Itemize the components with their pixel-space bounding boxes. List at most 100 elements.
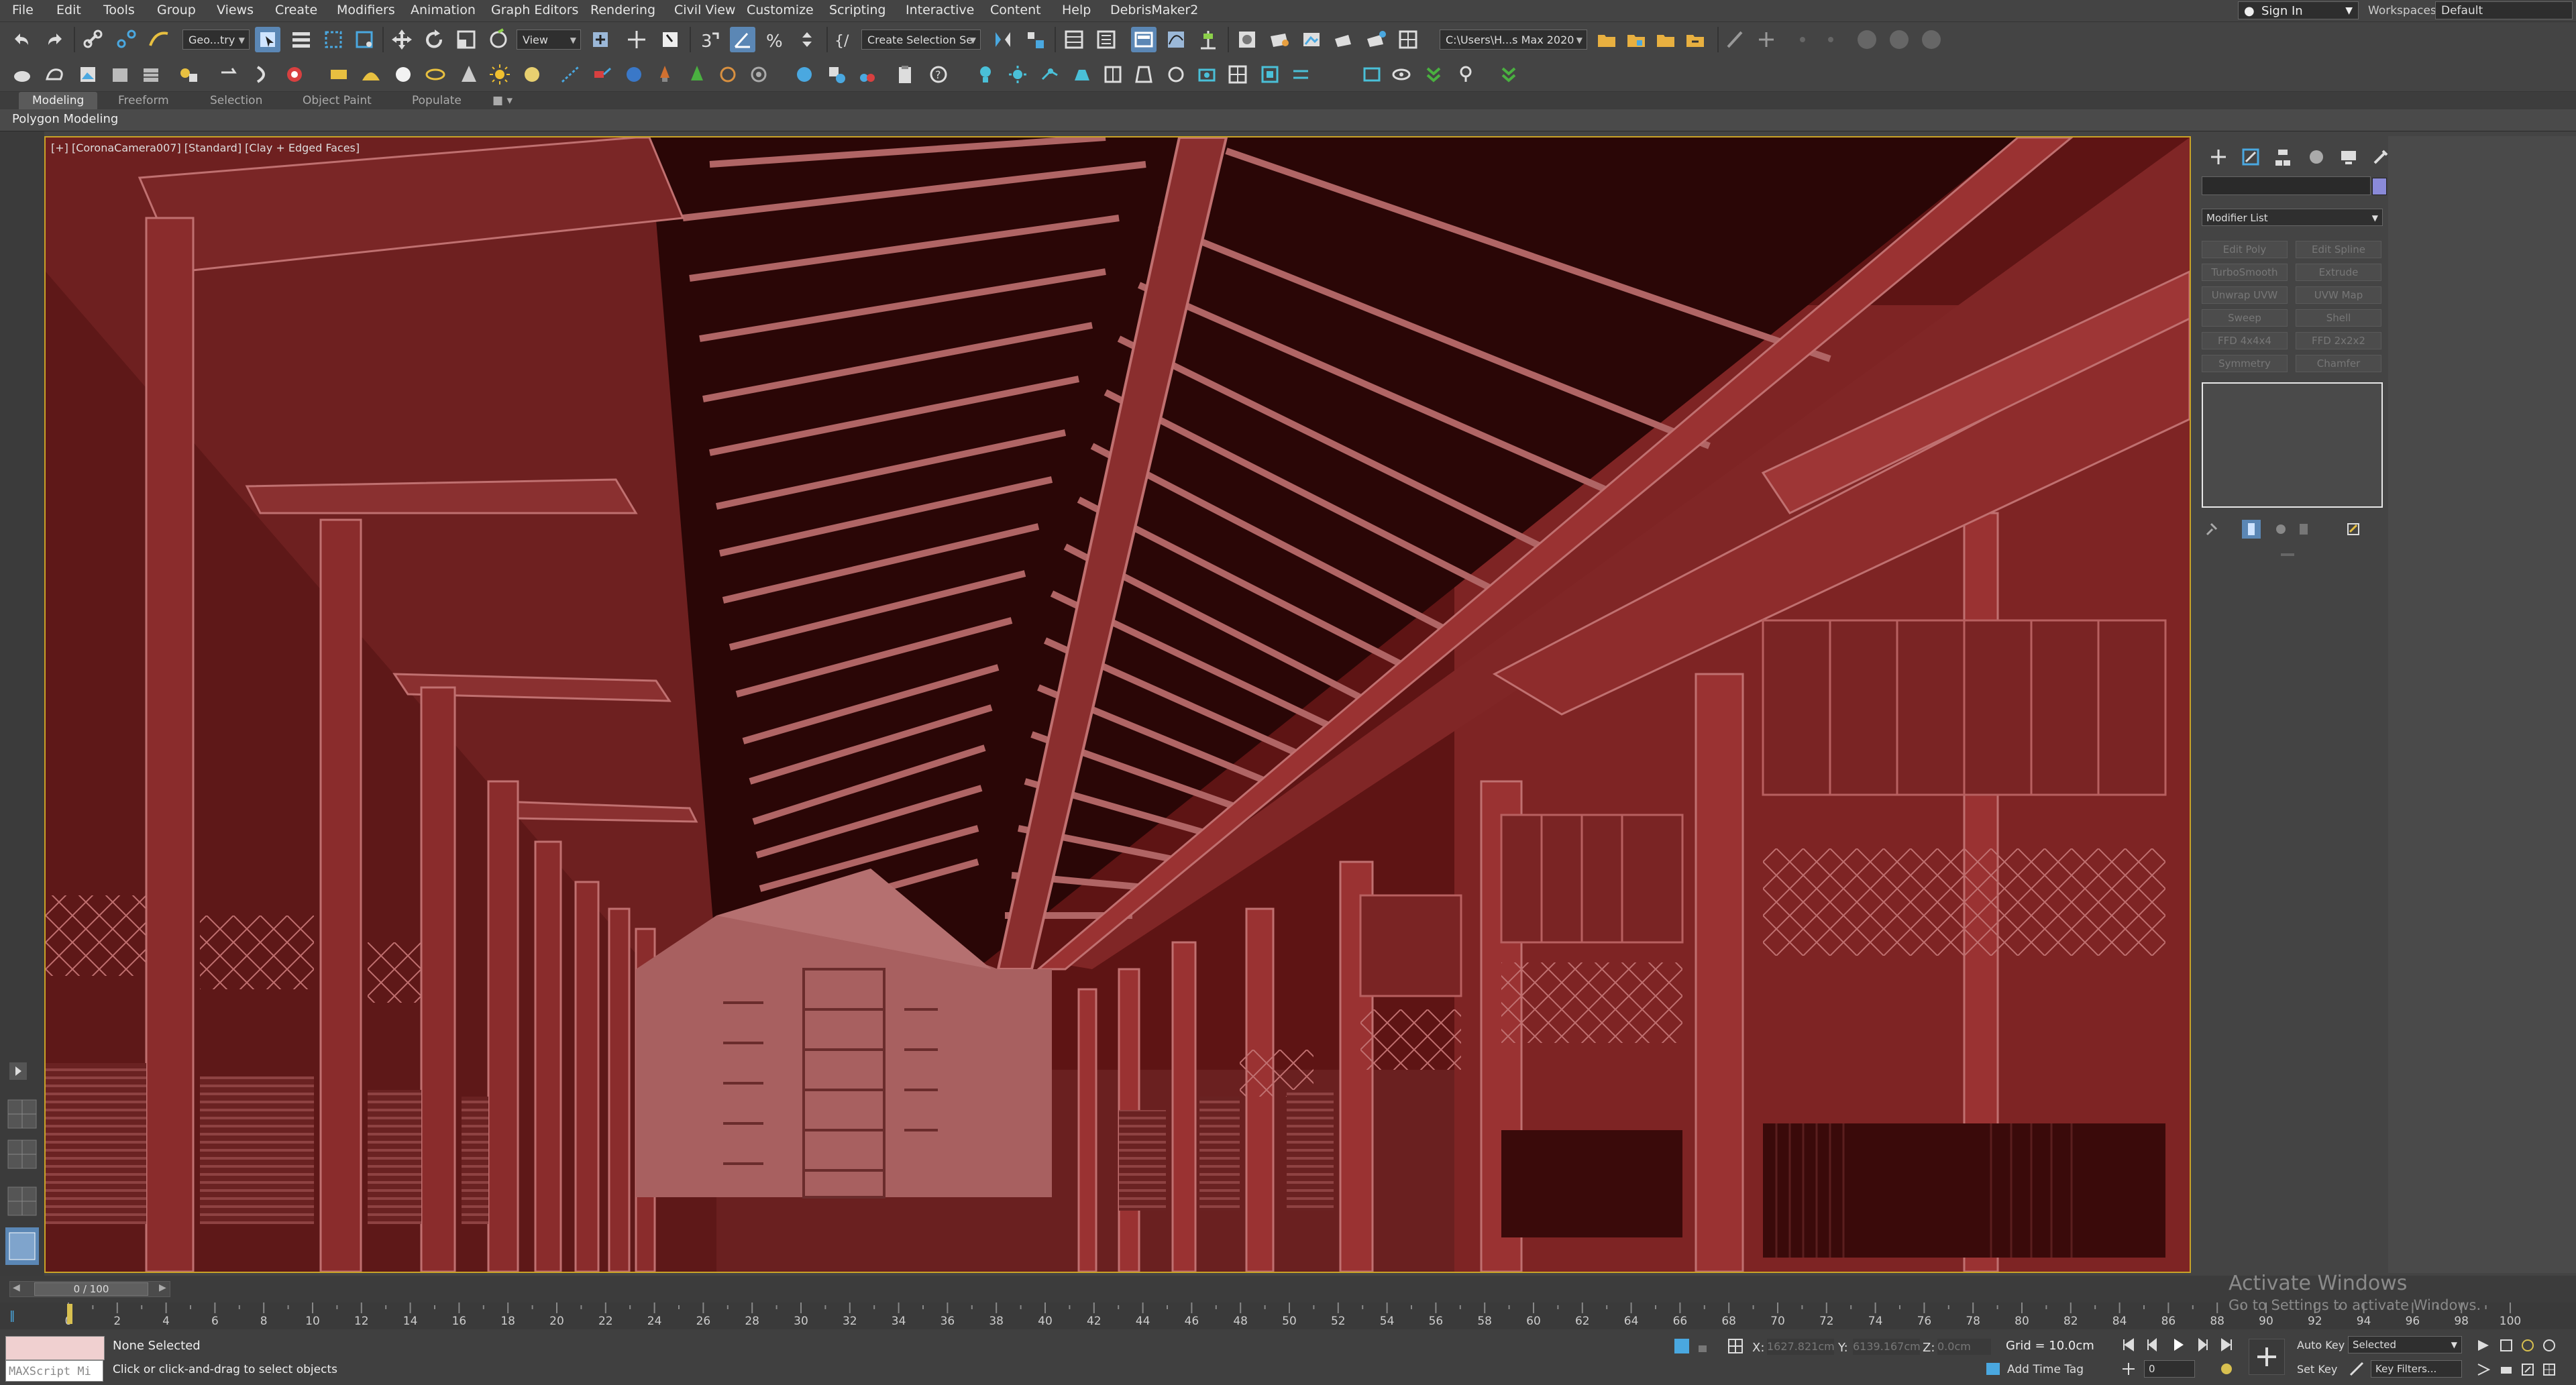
menu-interactive[interactable]: Interactive	[906, 3, 974, 17]
modifier-button-extrude[interactable]: Extrude	[2296, 264, 2381, 281]
layout-single-icon[interactable]	[5, 1227, 39, 1265]
image-plane-icon[interactable]	[75, 62, 101, 87]
time-slider-track[interactable]: ◀ 0 / 100 ▶	[9, 1281, 170, 1297]
viewport-grid-icon[interactable]	[2541, 1362, 2557, 1378]
field-of-view-icon[interactable]	[2475, 1362, 2491, 1378]
snaps-toggle-icon[interactable]: 3	[696, 27, 722, 52]
y-coordinate-field[interactable]: 6139.167cm	[1853, 1339, 1921, 1355]
selection-filter-select[interactable]: Geo...try ▼	[182, 30, 250, 50]
show-end-result-icon[interactable]	[2242, 520, 2261, 539]
light-icon[interactable]	[176, 62, 201, 87]
render-setup-icon[interactable]	[1267, 27, 1292, 52]
object-name-field[interactable]	[2202, 176, 2371, 195]
cone-icon[interactable]	[456, 62, 482, 87]
previous-frame-icon[interactable]	[2144, 1336, 2161, 1353]
status-circle-icon[interactable]	[1919, 27, 1944, 52]
material-editor-icon[interactable]	[1234, 27, 1260, 52]
go-to-end-icon[interactable]	[2218, 1336, 2235, 1353]
create-tab-icon[interactable]	[2207, 146, 2230, 168]
modify-tab-icon[interactable]	[2239, 146, 2262, 168]
key-filter-icon[interactable]	[2348, 1360, 2365, 1378]
edit-named-selection-icon[interactable]: {/	[832, 27, 857, 52]
modifier-button-shell[interactable]: Shell	[2296, 309, 2381, 327]
scatter-icon[interactable]	[558, 62, 584, 87]
workspaces-select[interactable]: Default	[2435, 1, 2573, 19]
modifier-button-edit-poly[interactable]: Edit Poly	[2202, 241, 2288, 258]
scale-icon[interactable]	[453, 27, 479, 52]
open-folder-icon[interactable]	[1594, 27, 1619, 52]
sun-icon[interactable]	[487, 62, 513, 87]
unlink-icon[interactable]	[114, 27, 140, 52]
modifier-button-ffd-4x4x4[interactable]: FFD 4x4x4	[2202, 332, 2288, 349]
tab-populate[interactable]: Populate	[412, 92, 462, 109]
remove-modifier-icon[interactable]	[2294, 520, 2313, 539]
vfb-icon[interactable]	[621, 62, 647, 87]
clipboard-icon[interactable]	[892, 62, 918, 87]
auto-folder-icon[interactable]	[1682, 27, 1708, 52]
helper-icon[interactable]	[216, 62, 241, 87]
auto-key-button[interactable]: Auto Key	[2297, 1339, 2345, 1351]
shape-icon[interactable]	[42, 62, 67, 87]
box-icon[interactable]	[107, 62, 133, 87]
save-folder-icon[interactable]	[1623, 27, 1649, 52]
trackbar-menu-icon[interactable]: ‖	[9, 1309, 15, 1323]
layout-grid-icon[interactable]	[5, 1097, 39, 1131]
table-icon[interactable]	[138, 62, 164, 87]
modifier-stack[interactable]	[2202, 382, 2383, 508]
absolute-mode-icon[interactable]	[1725, 1336, 1746, 1356]
brush-tool-icon[interactable]	[1723, 27, 1748, 52]
polygon-modeling-label[interactable]: Polygon Modeling	[12, 112, 118, 126]
isolate-selection-icon[interactable]	[1672, 1336, 1692, 1356]
pin-stack-icon[interactable]	[2202, 520, 2220, 539]
perspective-viewport[interactable]: [+] [CoronaCamera007] [Standard] [Clay +…	[44, 136, 2191, 1273]
current-frame-field[interactable]: 0	[2144, 1360, 2195, 1378]
book-icon[interactable]	[1100, 62, 1126, 87]
rotate-icon[interactable]	[421, 27, 447, 52]
motion-tab-icon[interactable]	[2305, 146, 2328, 168]
menu-create[interactable]: Create	[275, 3, 317, 17]
pan-icon[interactable]	[2541, 1337, 2557, 1353]
modifier-button-edit-spline[interactable]: Edit Spline	[2296, 241, 2381, 258]
menu-edit[interactable]: Edit	[56, 3, 81, 17]
material-library-icon[interactable]	[824, 62, 849, 87]
project-folder-icon[interactable]	[1653, 27, 1678, 52]
modifier-button-symmetry[interactable]: Symmetry	[2202, 355, 2288, 372]
light-lister-icon[interactable]	[1163, 62, 1189, 87]
scatter-brush-icon[interactable]	[652, 62, 678, 87]
light-toggle-icon[interactable]	[1453, 62, 1479, 87]
placement-icon[interactable]	[486, 27, 511, 52]
menu-rendering[interactable]: Rendering	[590, 3, 655, 17]
layer-explorer-icon[interactable]	[1093, 27, 1119, 52]
menu-civil-view[interactable]: Civil View	[674, 3, 735, 17]
add-time-tag-button[interactable]: Add Time Tag	[2007, 1363, 2084, 1376]
menu-tools[interactable]: Tools	[103, 3, 135, 17]
render-production-icon[interactable]	[1331, 27, 1356, 52]
itoo-icon[interactable]	[746, 62, 771, 87]
mirror-icon[interactable]	[990, 27, 1016, 52]
tab-freeform[interactable]: Freeform	[118, 92, 169, 109]
menu-file[interactable]: File	[12, 3, 34, 17]
key-mode-icon[interactable]	[2120, 1360, 2137, 1378]
set-key-button[interactable]: Set Key	[2297, 1363, 2337, 1376]
modifier-button-ffd-2x2x2[interactable]: FFD 2x2x2	[2296, 332, 2381, 349]
object-color-swatch[interactable]	[2372, 178, 2387, 195]
axis-tool-icon[interactable]	[1754, 27, 1779, 52]
time-tag-icon[interactable]	[1984, 1360, 2002, 1378]
play-icon[interactable]	[2169, 1336, 2187, 1353]
percent-snap-icon[interactable]: %	[762, 27, 788, 52]
maximize-viewport-icon[interactable]	[2520, 1362, 2536, 1378]
sphere-icon[interactable]	[390, 62, 416, 87]
plane-icon[interactable]	[326, 62, 352, 87]
menu-scripting[interactable]: Scripting	[829, 3, 886, 17]
double-chevron-down-icon[interactable]	[1421, 62, 1446, 87]
region-render-icon[interactable]	[1257, 62, 1283, 87]
railclone-icon[interactable]	[715, 62, 741, 87]
select-object-icon[interactable]	[255, 27, 280, 52]
key-filters-button[interactable]: Key Filters...	[2371, 1360, 2462, 1378]
move-icon[interactable]	[389, 27, 415, 52]
align-icon[interactable]	[1022, 27, 1048, 52]
ribbon-options-icon[interactable]: ■ ▾	[492, 92, 513, 109]
modifier-list-select[interactable]: Modifier List ▼	[2202, 209, 2383, 226]
sign-in-button[interactable]: ● Sign In ▼	[2238, 1, 2359, 19]
small-dot-icon[interactable]	[1790, 27, 1815, 52]
